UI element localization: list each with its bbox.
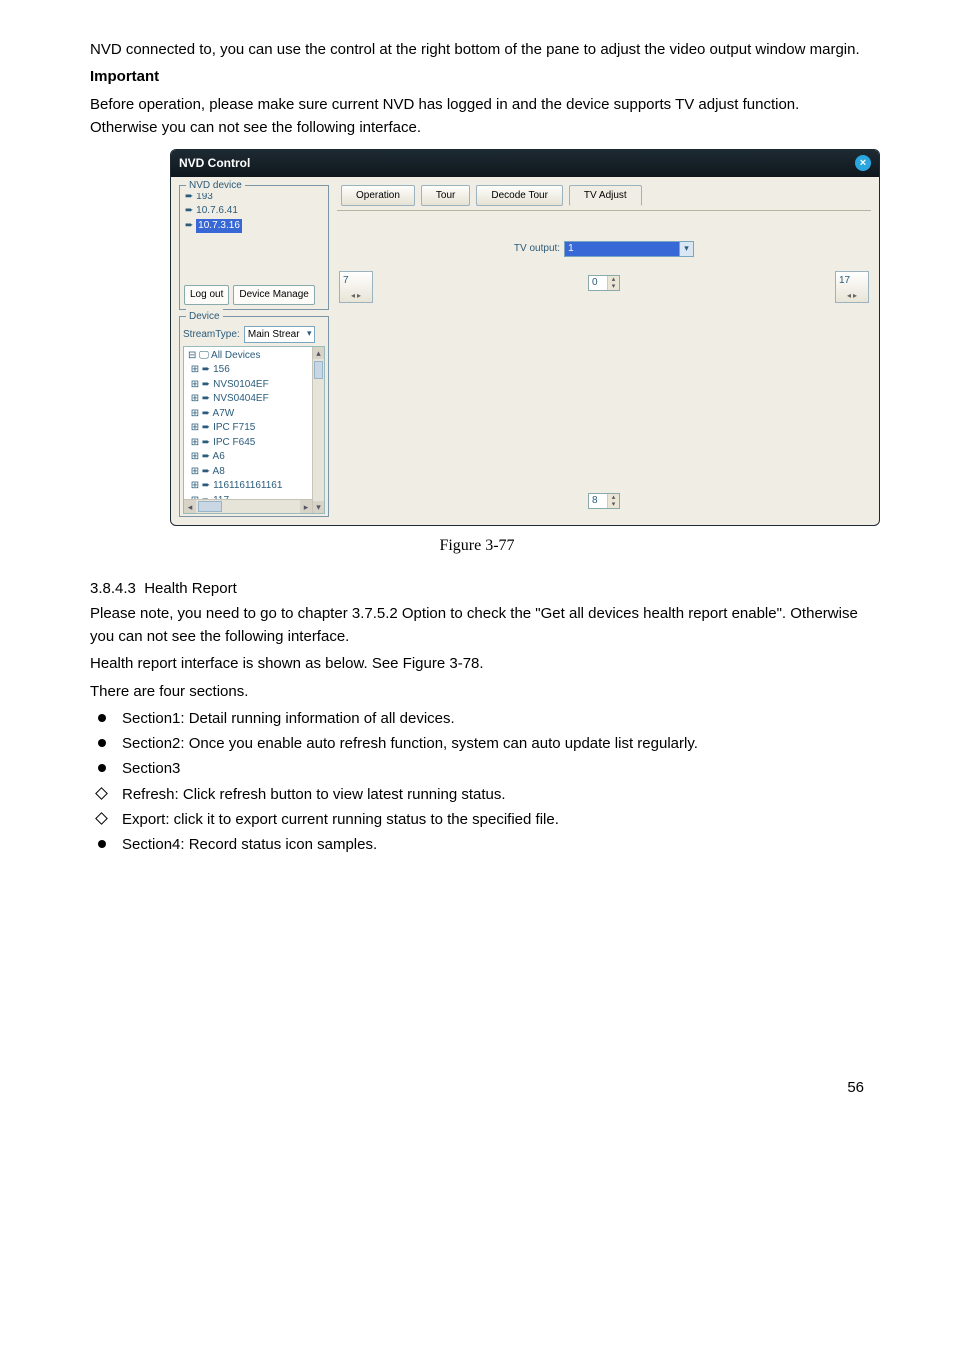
bottom-margin-spinner[interactable]: 8 ▴▾ — [588, 493, 620, 509]
window-titlebar: NVD Control × — [171, 150, 879, 177]
important-label: Important — [90, 65, 864, 88]
section-heading: 3.8.4.3 Health Report — [90, 577, 864, 600]
bullet-diamond-icon — [95, 787, 108, 800]
device-row[interactable]: ➨ 10.7.3.16 — [183, 219, 325, 234]
tab-tour[interactable]: Tour — [421, 185, 470, 207]
scroll-down-icon[interactable]: ▾ — [313, 501, 324, 513]
device-manage-button[interactable]: Device Manage — [233, 285, 314, 305]
bullet-dot-icon — [98, 840, 106, 848]
list-item: Section3 — [96, 757, 864, 780]
section-para-2: Health report interface is shown as belo… — [90, 652, 864, 675]
page-number: 56 — [90, 1076, 864, 1099]
scroll-left-icon[interactable]: ◂ — [184, 500, 196, 513]
left-margin-box[interactable]: 7 ◂▸ — [339, 271, 373, 303]
spin-down-icon[interactable]: ▾ — [608, 283, 619, 290]
arrow-left-icon[interactable]: ◂ — [847, 290, 851, 302]
device-legend: Device — [186, 309, 223, 325]
device-group: Device StreamType: Main Strear ⊟ 🖵 All D… — [179, 316, 329, 517]
section-para-1: Please note, you need to go to chapter 3… — [90, 602, 864, 649]
bullet-list: Section1: Detail running information of … — [90, 707, 864, 857]
list-item: Section1: Detail running information of … — [96, 707, 864, 730]
nvd-device-group: NVD device ➨ 193 ➨ 10.7.6.41 ➨ 10.7.3.16… — [179, 185, 329, 310]
right-margin-box[interactable]: 17 ◂▸ — [835, 271, 869, 303]
device-tree[interactable]: ⊟ 🖵 All Devices ⊞ ➨ 156 ⊞ ➨ NVS0104EF ⊞ … — [183, 346, 325, 514]
nvd-device-legend: NVD device — [186, 178, 245, 194]
right-panel: Operation Tour Decode Tour TV Adjust TV … — [337, 185, 871, 517]
window-title: NVD Control — [179, 154, 250, 173]
spin-up-icon[interactable]: ▴ — [608, 494, 619, 501]
spin-down-icon[interactable]: ▾ — [608, 501, 619, 508]
tab-tv-adjust[interactable]: TV Adjust — [569, 185, 642, 207]
list-item: Section2: Once you enable auto refresh f… — [96, 732, 864, 755]
bullet-dot-icon — [98, 739, 106, 747]
scroll-right-icon[interactable]: ▸ — [300, 500, 312, 513]
tv-output-label: TV output: — [514, 241, 560, 257]
close-icon[interactable]: × — [855, 155, 871, 171]
list-item: Refresh: Click refresh button to view la… — [96, 783, 864, 806]
intro-paragraph-2: Before operation, please make sure curre… — [90, 93, 864, 140]
arrow-left-icon[interactable]: ◂ — [351, 290, 355, 302]
tv-adjust-panel: TV output: 1 ▾ 0 ▴▾ 7 ◂ — [337, 210, 871, 517]
tab-bar: Operation Tour Decode Tour TV Adjust — [337, 185, 871, 207]
scroll-up-icon[interactable]: ▴ — [313, 347, 324, 359]
tab-operation[interactable]: Operation — [341, 185, 415, 207]
arrow-right-icon[interactable]: ▸ — [853, 290, 857, 302]
streamtype-select[interactable]: Main Strear — [244, 326, 315, 344]
streamtype-label: StreamType: — [183, 329, 240, 340]
bullet-dot-icon — [98, 714, 106, 722]
figure-caption: Figure 3-77 — [90, 534, 864, 559]
bullet-diamond-icon — [95, 812, 108, 825]
intro-paragraph-1: NVD connected to, you can use the contro… — [90, 38, 864, 61]
tree-horizontal-scrollbar[interactable]: ◂ ▸ — [184, 499, 312, 513]
device-row[interactable]: ➨ 10.7.6.41 — [183, 204, 325, 219]
logout-button[interactable]: Log out — [184, 285, 229, 305]
arrow-right-icon[interactable]: ▸ — [357, 290, 361, 302]
tv-output-select[interactable]: 1 ▾ — [564, 241, 694, 257]
chevron-down-icon[interactable]: ▾ — [679, 242, 693, 256]
tree-vertical-scrollbar[interactable]: ▴ ▾ — [312, 347, 324, 513]
left-panel: NVD device ➨ 193 ➨ 10.7.6.41 ➨ 10.7.3.16… — [179, 185, 329, 517]
spin-up-icon[interactable]: ▴ — [608, 276, 619, 283]
tab-decode-tour[interactable]: Decode Tour — [476, 185, 563, 207]
top-margin-spinner[interactable]: 0 ▴▾ — [588, 275, 620, 291]
section-para-3: There are four sections. — [90, 680, 864, 703]
list-item: Export: click it to export current runni… — [96, 808, 864, 831]
nvd-control-window: NVD Control × NVD device ➨ 193 ➨ 10.7.6.… — [170, 149, 880, 526]
screenshot-wrapper: NVD Control × NVD device ➨ 193 ➨ 10.7.6.… — [170, 149, 864, 526]
bullet-dot-icon — [98, 764, 106, 772]
list-item: Section4: Record status icon samples. — [96, 833, 864, 856]
